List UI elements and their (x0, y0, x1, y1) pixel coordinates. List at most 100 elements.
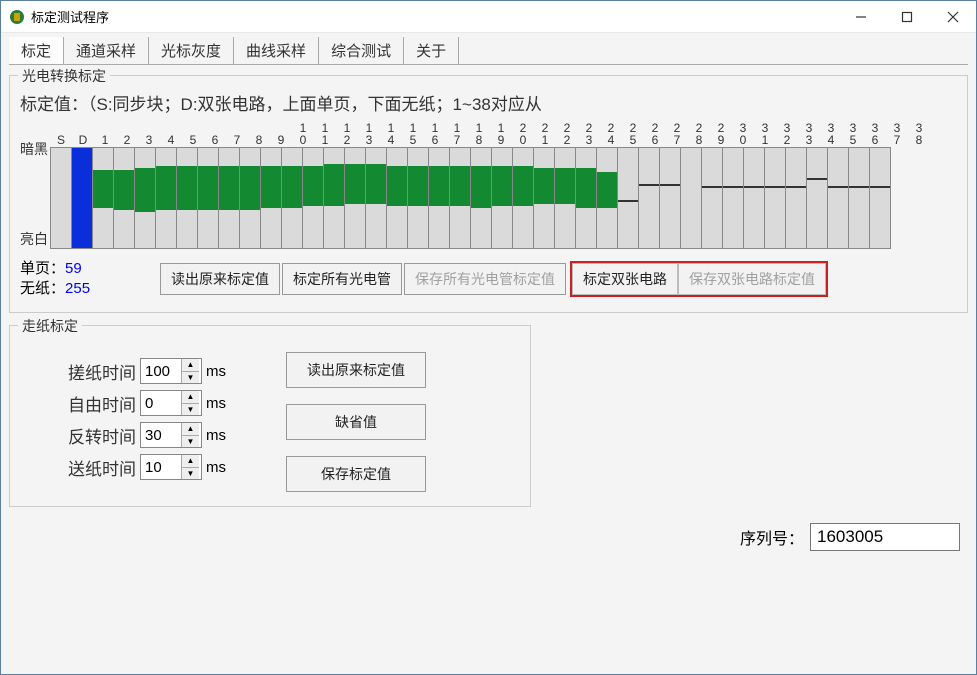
group-legend: 光电转换标定 (18, 66, 110, 86)
bar (428, 147, 450, 249)
tab-5[interactable]: 关于 (404, 37, 459, 64)
maximize-button[interactable] (884, 1, 930, 32)
spin-down-icon[interactable]: ▼ (182, 436, 199, 448)
group-legend: 走纸标定 (18, 316, 82, 336)
minimize-button[interactable] (838, 1, 884, 32)
spin-down-icon[interactable]: ▼ (182, 372, 199, 384)
paper-row: 搓纸时间▲▼ms (20, 358, 226, 384)
bar (239, 147, 261, 249)
bar-header: 5 (182, 134, 204, 147)
spin-down-icon[interactable]: ▼ (182, 404, 199, 416)
bar-header: 15 (402, 122, 424, 147)
bar-header: 28 (688, 122, 710, 147)
tab-strip: 标定通道采样光标灰度曲线采样综合测试关于 (9, 37, 968, 65)
calib-dual-button[interactable]: 标定双张电路 (572, 263, 678, 295)
bar-header: 8 (248, 134, 270, 147)
spin-up-icon[interactable]: ▲ (182, 423, 199, 436)
bar (50, 147, 72, 249)
bar (260, 147, 282, 249)
tab-0[interactable]: 标定 (9, 37, 64, 64)
window-title: 标定测试程序 (31, 7, 838, 26)
spin-input[interactable]: ▲▼ (140, 358, 202, 384)
bar (743, 147, 765, 249)
paper-label: 反转时间 (20, 423, 140, 448)
bar (827, 147, 849, 249)
bars-container: SD12345678910111213141516171819202122232… (50, 121, 957, 249)
unit-label: ms (206, 427, 226, 444)
spin-up-icon[interactable]: ▲ (182, 391, 199, 404)
no-paper-label: 无纸： (20, 280, 65, 297)
tab-3[interactable]: 曲线采样 (234, 37, 319, 64)
bar (113, 147, 135, 249)
bar-header: 37 (886, 122, 908, 147)
spin-value[interactable] (141, 391, 181, 415)
bar-header: D (72, 134, 94, 147)
bar (92, 147, 114, 249)
bar (806, 147, 828, 249)
spin-input[interactable]: ▲▼ (140, 454, 202, 480)
bar (680, 147, 702, 249)
photoelectric-calib-group: 光电转换标定 标定值：（S:同步块；D:双张电路，上面单页，下面无纸；1~38对… (9, 75, 968, 313)
single-page-label: 单页： (20, 260, 65, 277)
bar (281, 147, 303, 249)
bar (554, 147, 576, 249)
tab-4[interactable]: 综合测试 (319, 37, 404, 64)
y-axis-labels: 暗黑 亮白 (20, 139, 48, 249)
bar (764, 147, 786, 249)
bar-header: 7 (226, 134, 248, 147)
paper-default-button[interactable]: 缺省值 (286, 404, 426, 440)
bar (386, 147, 408, 249)
bar-header: 25 (622, 122, 644, 147)
spin-value[interactable] (141, 455, 181, 479)
y-label-top: 暗黑 (20, 139, 48, 159)
bar-header: 6 (204, 134, 226, 147)
bar (344, 147, 366, 249)
bar-header: 17 (446, 122, 468, 147)
bar-header: 10 (292, 122, 314, 147)
paper-read-button[interactable]: 读出原来标定值 (286, 352, 426, 388)
bar-header: 9 (270, 134, 292, 147)
spin-value[interactable] (141, 423, 181, 447)
spin-input[interactable]: ▲▼ (140, 422, 202, 448)
calib-all-button[interactable]: 标定所有光电管 (282, 263, 402, 295)
tab-2[interactable]: 光标灰度 (149, 37, 234, 64)
serial-input[interactable] (810, 523, 960, 551)
spin-up-icon[interactable]: ▲ (182, 359, 199, 372)
bar (449, 147, 471, 249)
unit-label: ms (206, 363, 226, 380)
bar-header: 23 (578, 122, 600, 147)
tab-1[interactable]: 通道采样 (64, 37, 149, 64)
spin-value[interactable] (141, 359, 181, 383)
bar-header: 34 (820, 122, 842, 147)
bar (470, 147, 492, 249)
bar-header: 22 (556, 122, 578, 147)
serial-label: 序列号： (740, 525, 804, 549)
bar (659, 147, 681, 249)
bars (50, 147, 957, 249)
close-button[interactable] (930, 1, 976, 32)
read-original-button[interactable]: 读出原来标定值 (160, 263, 280, 295)
bar-header: 12 (336, 122, 358, 147)
save-dual-button: 保存双张电路标定值 (678, 263, 826, 295)
spin-input[interactable]: ▲▼ (140, 390, 202, 416)
paper-save-button[interactable]: 保存标定值 (286, 456, 426, 492)
bar-header: 35 (842, 122, 864, 147)
bar-header: 29 (710, 122, 732, 147)
paper-row: 送纸时间▲▼ms (20, 454, 226, 480)
single-page-value: 59 (65, 260, 82, 277)
spin-up-icon[interactable]: ▲ (182, 455, 199, 468)
spin-down-icon[interactable]: ▼ (182, 468, 199, 480)
bar (869, 147, 891, 249)
bar (155, 147, 177, 249)
bar (848, 147, 870, 249)
bar-header: 1 (94, 134, 116, 147)
paper-label: 送纸时间 (20, 455, 140, 480)
bar (512, 147, 534, 249)
paper-buttons: 读出原来标定值 缺省值 保存标定值 (286, 352, 426, 492)
bar (407, 147, 429, 249)
bar (134, 147, 156, 249)
bar-headers: SD12345678910111213141516171819202122232… (50, 121, 957, 147)
bar-header: 13 (358, 122, 380, 147)
bar (365, 147, 387, 249)
bar-header: 33 (798, 122, 820, 147)
